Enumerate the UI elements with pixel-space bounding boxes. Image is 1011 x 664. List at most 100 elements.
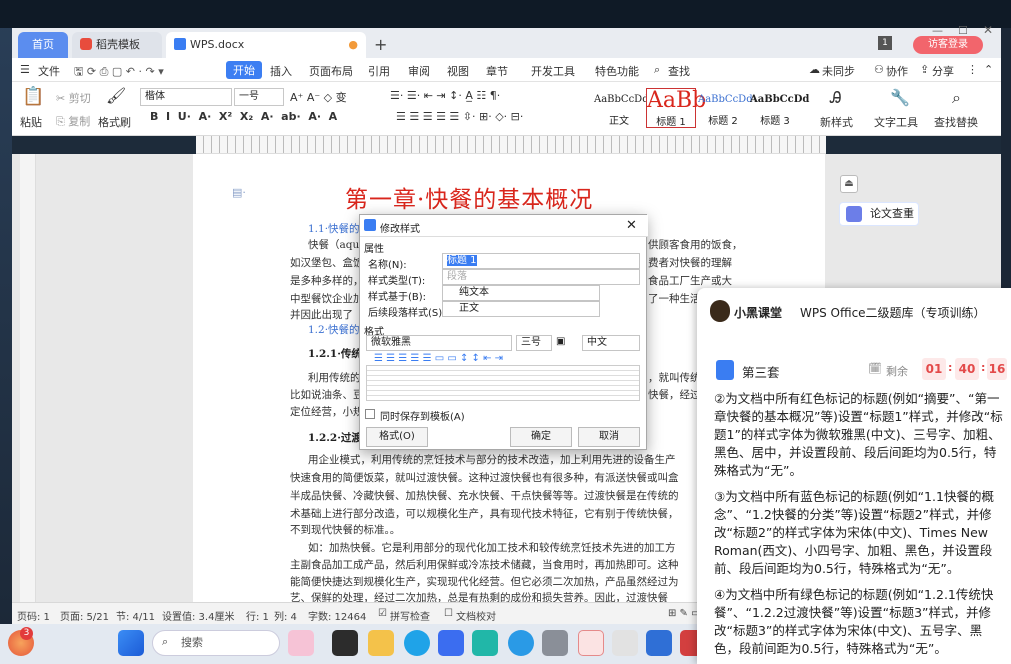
menu-sync[interactable]: 未同步 [822,63,855,79]
maximize-icon[interactable]: ☐ [958,24,968,37]
widget-flowers-icon[interactable] [288,630,314,656]
quick-access-icons[interactable]: 🖫 ⟳ ⎙ ▢ ↶ · ↷ ▾ [74,63,164,82]
window-grid-icon[interactable]: 1 [878,36,892,50]
based-on-select[interactable]: 纯文本 [442,285,600,301]
cancel-button[interactable]: 取消 [578,427,640,447]
save-template-checkbox[interactable] [365,409,375,419]
status-position[interactable]: 设置值: 3.4厘米 [162,608,234,623]
font-format-icons-row1[interactable]: A⁺ A⁻ ◇ 变 [290,89,347,105]
avatar-app-icon[interactable] [612,630,638,656]
name-input[interactable]: 标题 1 [442,253,640,269]
status-page[interactable]: 页面: 5/21 [60,608,109,623]
qq-icon[interactable] [578,630,604,656]
doc-line-fragment[interactable]: 食品工厂生产或大 [648,273,732,288]
page-side-icon[interactable]: ▤· [232,186,246,199]
format-painter-button[interactable]: 格式刷 [98,114,131,130]
windows-start-icon[interactable] [118,630,144,656]
find-replace-button[interactable]: 查找替换 [934,114,978,130]
doc-line[interactable]: 半成品快餐、冷藏快餐、加热快餐、充水快餐、干点快餐等等。过渡快餐是在传统的 [290,488,679,503]
cloud-app-icon[interactable] [646,630,672,656]
tab-document[interactable]: WPS.docx ● [166,32,366,58]
text-tools-icon[interactable]: 🔧 [890,88,910,107]
store-icon[interactable] [438,630,464,656]
dialog-lang-select[interactable]: 中文 [582,335,640,351]
menu-search[interactable]: 查找 [668,63,690,79]
status-words[interactable]: 字数: 12464 [308,608,366,623]
chapter-title[interactable]: 第一章·快餐的基本概况 [345,180,593,214]
settings-icon[interactable] [542,630,568,656]
align-icons-row[interactable]: ☰ ☰ ☰ ☰ ☰ ▭ ▭ ↕ ↕ ⇤ ⇥ [374,353,503,364]
status-page-num[interactable]: 页码: 1 [17,608,50,623]
menu-collab[interactable]: 协作 [886,63,908,79]
style-heading-3[interactable]: AaBbCcDd 标题 3 [750,88,809,128]
tab-templates[interactable]: 稻壳模板 [72,32,162,58]
format-painter-icon[interactable]: 🖌 [106,86,126,105]
menu-reference[interactable]: 引用 [368,63,390,79]
horizontal-ruler[interactable] [196,136,826,154]
menu-share[interactable]: 分享 [932,63,954,79]
format-dropdown-button[interactable]: 格式(O) [366,427,428,447]
close-window-icon[interactable]: ✕ [983,23,993,37]
taskbar-search[interactable]: 搜索 [152,630,280,656]
menu-layout[interactable]: 页面布局 [309,63,353,79]
menu-review[interactable]: 审阅 [408,63,430,79]
ok-button[interactable]: 确定 [510,427,572,447]
style-heading-2[interactable]: AaBbCcDd 标题 2 [698,88,753,128]
status-col[interactable]: 列: 4 [274,608,297,623]
doc-line[interactable]: 1.2.2·过渡 [308,430,362,445]
style-normal[interactable]: AaBbCcDd 正文 [594,88,649,128]
doc-line[interactable]: 并因此出现了 [290,307,353,322]
doc-line[interactable]: 如：加热快餐。它是利用部分的现代化加工技术和较传统烹饪技术先进的加工方 [308,540,676,555]
dialog-font-select[interactable]: 微软雅黑 [366,335,512,351]
more-icon[interactable]: ⋮ [967,63,978,76]
type-select[interactable]: 段落 [442,269,640,285]
doc-line-fragment[interactable]: ，就叫传统 [648,370,701,385]
edge-icon[interactable] [404,630,430,656]
doc-line[interactable]: 比如说油条、豆 [290,387,364,402]
menu-start[interactable]: 开始 [226,61,262,79]
doc-line[interactable]: 利用传统的 [308,370,361,385]
font-size-select[interactable]: 一号 [234,88,284,106]
paragraph-icons-row2[interactable]: ☰ ☰ ☰ ☰ ☰ ⇳· ⊞· ◇· ⊟· [396,110,523,123]
font-name-select[interactable]: 楷体 [140,88,232,106]
tab-home[interactable]: 首页 [18,32,68,58]
new-style-icon[interactable]: Ꭿ [830,88,842,108]
paste-icon[interactable]: 📋 [22,86,44,107]
copy-button[interactable]: ⎘ 复制 [56,113,90,129]
file-explorer-icon[interactable] [368,630,394,656]
browser-e-icon[interactable] [508,630,534,656]
hamburger-icon[interactable]: ☰ [20,63,30,76]
style-heading-1[interactable]: AaBb 标题 1 [646,88,706,128]
next-style-select[interactable]: 正文 [442,301,600,317]
doc-line[interactable]: 1.1·快餐的 [308,221,360,236]
menu-file[interactable]: 文件 [38,63,60,79]
doc-line[interactable]: 1.2.1·传统 [308,346,362,361]
paste-button[interactable]: 粘贴 [20,114,42,130]
vertical-ruler[interactable] [20,154,36,602]
visitor-login-button[interactable]: 访客登录 [913,36,983,54]
doc-line[interactable]: 1.2·快餐的 [308,322,360,337]
doc-line[interactable]: 能简便快捷达到规模化生产，实现现代化经营。但它必须二次加热，产品虽然经过为 [290,574,679,589]
doc-line[interactable]: 快餐（aqui [308,237,363,252]
doc-line-fragment[interactable]: 费者对快餐的理解 [648,255,732,270]
sidepanel-collapse-icon[interactable]: ⏏ [840,175,858,193]
doc-line[interactable]: 是多种多样的， [290,273,364,288]
doc-line[interactable]: 如汉堡包、盒饭 [290,255,364,270]
new-style-button[interactable]: 新样式 [820,114,853,130]
status-proof[interactable]: 文档校对 [456,608,496,623]
doc-line[interactable]: 术基础上进行部分改造，可以规模化生产，具有现代技术特征，它有别于传统快餐， [290,506,679,521]
doc-line[interactable]: 用企业模式，利用传统的烹饪技术与部分的技术改造，加上利用先进的设备生产 [308,452,676,467]
font-format-icons-row2[interactable]: B I U· A· X² X₂ A· ab· A· A [150,110,337,123]
doc-line-fragment[interactable]: 快餐，经过 [648,387,701,402]
doc-line[interactable]: 快速食用的简便饭菜，就叫过渡快餐。这种过渡快餐也有很多种，有派送快餐或叫盒 [290,470,679,485]
new-tab-icon[interactable]: + [374,32,387,58]
dialog-size-select[interactable]: 三号 [516,335,552,351]
bold-toggle-icon[interactable]: ▣ [556,336,565,347]
task-view-icon[interactable] [332,630,358,656]
text-tools-button[interactable]: 文字工具 [874,114,918,130]
app-v-icon[interactable] [472,630,498,656]
status-row[interactable]: 行: 1 [246,608,269,623]
menu-developer[interactable]: 开发工具 [531,63,575,79]
menu-view[interactable]: 视图 [447,63,469,79]
paragraph-icons-row1[interactable]: ☰· ☰· ⇤ ⇥ ↕· A̲ ☷ ¶· [390,89,500,102]
